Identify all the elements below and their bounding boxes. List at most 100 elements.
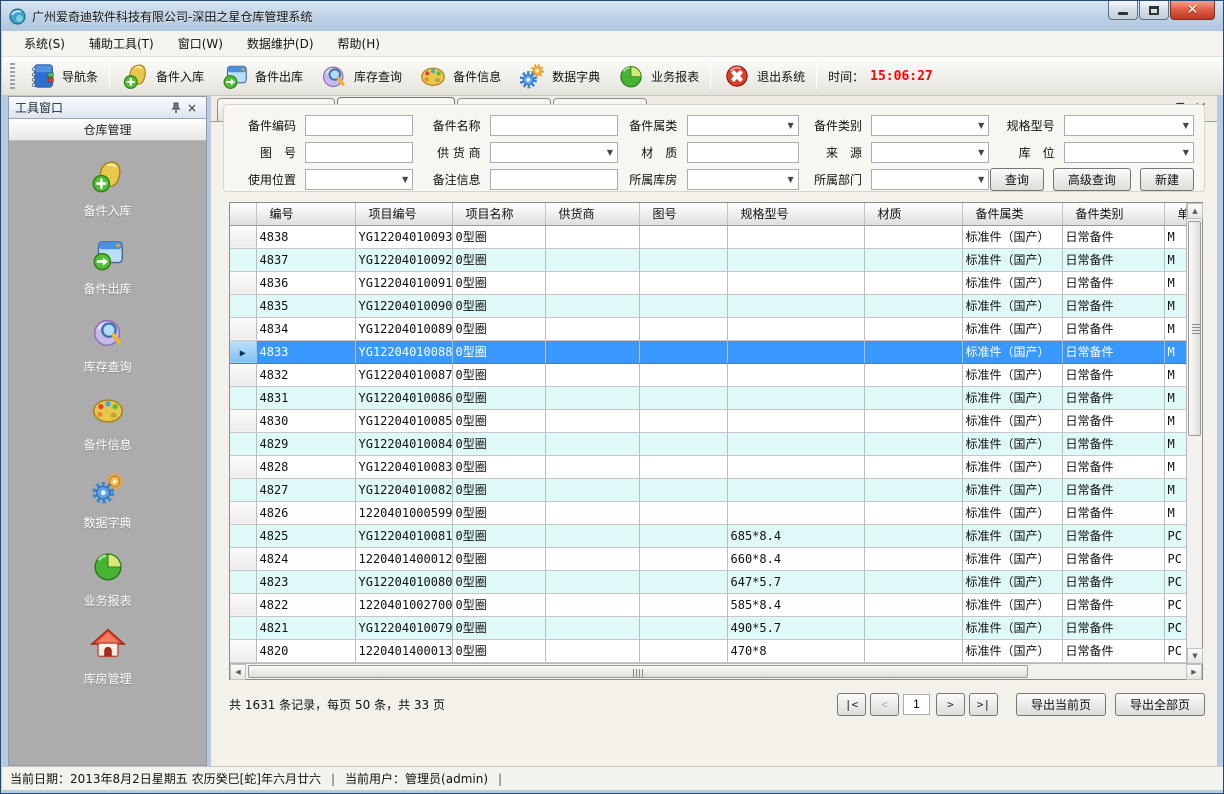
table-row[interactable]: 4838YG122040100930型圈标准件（国产）日常备件M <box>230 225 1187 248</box>
sidebar-item-data-dict[interactable]: 数据字典 <box>48 469 168 531</box>
toolbar-button-exit[interactable]: 退出系统 <box>714 58 813 94</box>
search-combobox-1-4[interactable]: ▼ <box>1064 142 1194 163</box>
cell <box>639 524 727 547</box>
cell: YG12204010089 <box>355 317 452 340</box>
maximize-button[interactable] <box>1139 1 1169 20</box>
search-input-0-0[interactable] <box>305 115 413 136</box>
menu-item-1[interactable]: 辅助工具(T) <box>77 32 166 55</box>
search-input-1-2[interactable] <box>687 142 799 163</box>
table-row[interactable]: 482212204010027000型圈585*8.4标准件（国产）日常备件PC <box>230 593 1187 616</box>
sidebar-item-spare-info[interactable]: 备件信息 <box>48 391 168 453</box>
search-combobox-0-2[interactable]: ▼ <box>687 115 799 136</box>
scroll-up-icon[interactable]: ▲ <box>1187 203 1203 219</box>
table-row[interactable]: 4834YG122040100890型圈标准件（国产）日常备件M <box>230 317 1187 340</box>
table-row[interactable]: 4830YG122040100850型圈标准件（国产）日常备件M <box>230 409 1187 432</box>
toolbar-button-spare-in[interactable]: 备件入库 <box>113 58 212 94</box>
column-header-3[interactable]: 供货商 <box>545 203 639 225</box>
search-combobox-0-3[interactable]: ▼ <box>871 115 989 136</box>
page-number-input[interactable] <box>903 694 930 715</box>
cell <box>639 271 727 294</box>
menu-item-2[interactable]: 窗口(W) <box>166 32 235 55</box>
toolbar-button-spare-out[interactable]: 备件出库 <box>212 58 311 94</box>
field-label: 备件名称 <box>419 117 485 134</box>
toolbar-button-data-dict[interactable]: 数据字典 <box>509 58 608 94</box>
minimize-button[interactable] <box>1108 1 1138 20</box>
sidebar-item-stock-query[interactable]: 库存查询 <box>48 313 168 375</box>
table-row[interactable]: 482612204010005990型圈标准件（国产）日常备件M <box>230 501 1187 524</box>
next-page-button[interactable]: > <box>936 693 965 716</box>
advanced-query-button[interactable]: 高级查询 <box>1053 168 1131 191</box>
sidebar-item-spare-out[interactable]: 备件出库 <box>48 235 168 297</box>
column-header-6[interactable]: 材质 <box>864 203 962 225</box>
column-header-1[interactable]: 项目编号 <box>355 203 452 225</box>
first-page-button[interactable]: |< <box>837 693 866 716</box>
cell: 日常备件 <box>1062 501 1164 524</box>
table-row[interactable]: 4828YG122040100830型圈标准件（国产）日常备件M <box>230 455 1187 478</box>
prev-page-button[interactable]: < <box>870 693 899 716</box>
vertical-scroll-thumb[interactable] <box>1188 221 1201 436</box>
table-row[interactable]: 4837YG122040100920型圈标准件（国产）日常备件M <box>230 248 1187 271</box>
search-combobox-1-1[interactable]: ▼ <box>490 142 618 163</box>
search-combobox-1-3[interactable]: ▼ <box>871 142 989 163</box>
scroll-down-icon[interactable]: ▼ <box>1187 648 1203 664</box>
search-input-0-1[interactable] <box>490 115 618 136</box>
toolbar-button-spare-info[interactable]: 备件信息 <box>410 58 509 94</box>
cell: 4820 <box>256 639 355 662</box>
row-indicator-cell <box>230 432 256 455</box>
column-header-5[interactable]: 规格型号 <box>727 203 864 225</box>
panel-close-icon[interactable]: × <box>184 100 200 116</box>
sidebar-item-spare-in[interactable]: 备件入库 <box>48 157 168 219</box>
search-combobox-2-2[interactable]: ▼ <box>687 169 799 190</box>
search-combobox-0-4[interactable]: ▼ <box>1064 115 1194 136</box>
exit-icon <box>722 61 752 91</box>
sidebar-item-warehouse[interactable]: 库房管理 <box>48 625 168 687</box>
pin-icon[interactable] <box>168 100 184 116</box>
column-header-7[interactable]: 备件属类 <box>962 203 1062 225</box>
column-header-2[interactable]: 项目名称 <box>452 203 545 225</box>
search-combobox-2-0[interactable]: ▼ <box>305 169 413 190</box>
search-input-2-1[interactable] <box>490 169 618 190</box>
cell: 0型圈 <box>452 455 545 478</box>
table-row[interactable]: 4831YG122040100860型圈标准件（国产）日常备件M <box>230 386 1187 409</box>
toolbar-button-navbar[interactable]: 导航条 <box>19 58 106 94</box>
app-icon <box>9 8 26 25</box>
cell <box>639 616 727 639</box>
scroll-left-icon[interactable]: ◀ <box>230 664 246 680</box>
cell: 4832 <box>256 363 355 386</box>
table-row[interactable]: 4825YG122040100810型圈685*8.4标准件（国产）日常备件PC <box>230 524 1187 547</box>
search-combobox-2-3[interactable]: ▼ <box>871 169 989 190</box>
toolbar-button-report[interactable]: 业务报表 <box>608 58 707 94</box>
search-input-1-0[interactable] <box>305 142 413 163</box>
table-row[interactable]: 4829YG122040100840型圈标准件（国产）日常备件M <box>230 432 1187 455</box>
chevron-down-icon: ▼ <box>1183 121 1189 130</box>
table-row[interactable]: 4827YG122040100820型圈标准件（国产）日常备件M <box>230 478 1187 501</box>
table-row[interactable]: 4836YG122040100910型圈标准件（国产）日常备件M <box>230 271 1187 294</box>
table-row[interactable]: 482012204014000130型圈470*8标准件（国产）日常备件PC <box>230 639 1187 662</box>
sidebar-item-label: 业务报表 <box>83 592 131 609</box>
last-page-button[interactable]: >| <box>969 693 998 716</box>
menu-item-0[interactable]: 系统(S) <box>12 32 77 55</box>
new-button[interactable]: 新建 <box>1140 168 1194 191</box>
horizontal-scroll-thumb[interactable] <box>248 665 1028 678</box>
sidebar-item-report[interactable]: 业务报表 <box>48 547 168 609</box>
menu-item-4[interactable]: 帮助(H) <box>326 32 392 55</box>
horizontal-scrollbar[interactable]: ◀ ▶ <box>230 663 1202 679</box>
table-row-selected[interactable]: ▶4833YG122040100880型圈标准件（国产）日常备件M <box>230 340 1187 363</box>
column-header-4[interactable]: 图号 <box>639 203 727 225</box>
table-row[interactable]: 482412204014000120型圈660*8.4标准件（国产）日常备件PC <box>230 547 1187 570</box>
menu-item-3[interactable]: 数据维护(D) <box>235 32 326 55</box>
column-header-0[interactable]: 编号 <box>256 203 355 225</box>
table-row[interactable]: 4823YG122040100800型圈647*5.7标准件（国产）日常备件PC <box>230 570 1187 593</box>
table-row[interactable]: 4835YG122040100900型圈标准件（国产）日常备件M <box>230 294 1187 317</box>
close-button[interactable]: ✕ <box>1170 1 1215 20</box>
query-button[interactable]: 查询 <box>990 168 1044 191</box>
vertical-scrollbar[interactable]: ▲ ▼ <box>1186 203 1202 664</box>
export-all-pages-button[interactable]: 导出全部页 <box>1115 693 1205 716</box>
table-row[interactable]: 4821YG122040100790型圈490*5.7标准件（国产）日常备件PC <box>230 616 1187 639</box>
scroll-right-icon[interactable]: ▶ <box>1186 664 1202 680</box>
column-header-9[interactable]: 单位 <box>1164 203 1187 225</box>
export-current-page-button[interactable]: 导出当前页 <box>1016 693 1106 716</box>
table-row[interactable]: 4832YG122040100870型圈标准件（国产）日常备件M <box>230 363 1187 386</box>
column-header-8[interactable]: 备件类别 <box>1062 203 1164 225</box>
toolbar-button-stock-query[interactable]: 库存查询 <box>311 58 410 94</box>
